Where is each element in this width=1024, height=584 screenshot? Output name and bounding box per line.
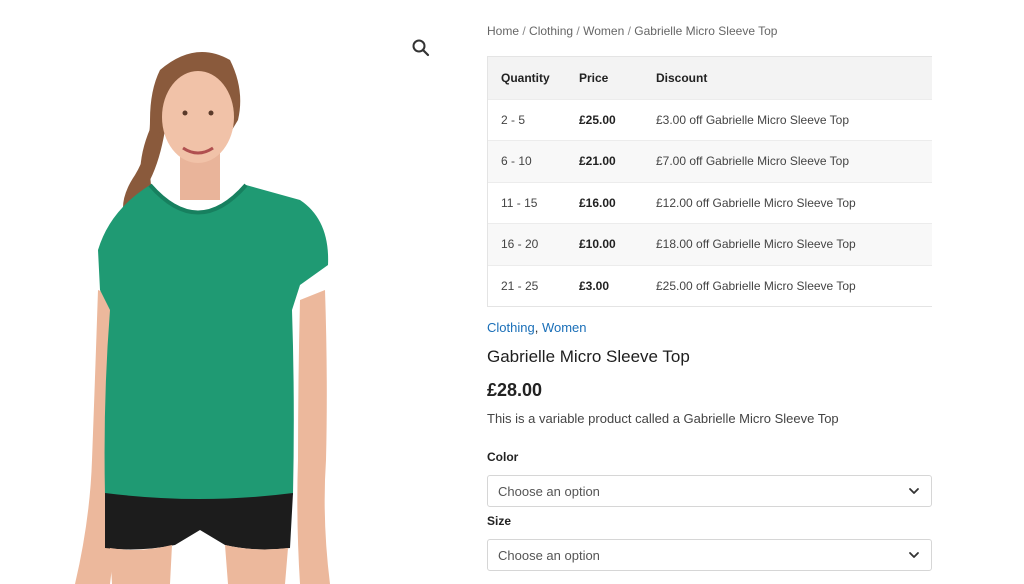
size-label: Size <box>487 514 512 528</box>
table-row: 16 - 20 £10.00 £18.00 off Gabrielle Micr… <box>488 223 932 265</box>
row-price: £25.00 <box>579 112 616 127</box>
category-link-clothing[interactable]: Clothing <box>487 320 535 335</box>
row-discount: £3.00 off Gabrielle Micro Sleeve Top <box>656 112 850 127</box>
size-select[interactable]: Choose an option <box>487 539 932 571</box>
table-row: 2 - 5 £25.00 £3.00 off Gabrielle Micro S… <box>488 98 932 141</box>
breadcrumb-women[interactable]: Women <box>583 24 624 38</box>
row-discount: £18.00 off Gabrielle Micro Sleeve Top <box>656 237 856 252</box>
breadcrumb-clothing[interactable]: Clothing <box>529 24 573 38</box>
product-image[interactable] <box>0 0 450 584</box>
category-link-women[interactable]: Women <box>542 320 587 335</box>
row-discount: £12.00 off Gabrielle Micro Sleeve Top <box>656 195 856 210</box>
row-price: £16.00 <box>579 195 616 210</box>
row-discount: £25.00 off Gabrielle Micro Sleeve Top <box>656 278 856 293</box>
size-select-value: Choose an option <box>498 547 600 563</box>
row-quantity: 11 - 15 <box>501 195 538 210</box>
row-quantity: 16 - 20 <box>501 237 539 252</box>
product-gallery <box>0 0 450 584</box>
breadcrumb: Home / Clothing / Women / Gabrielle Micr… <box>487 24 778 38</box>
header-quantity: Quantity <box>501 70 550 85</box>
color-label: Color <box>487 450 519 464</box>
discount-table: Quantity Price Discount 2 - 5 £25.00 £3.… <box>487 56 932 307</box>
product-title: Gabrielle Micro Sleeve Top <box>487 347 690 366</box>
product-price: £28.00 <box>487 380 543 400</box>
breadcrumb-home[interactable]: Home <box>487 24 519 38</box>
table-row: 11 - 15 £16.00 £12.00 off Gabrielle Micr… <box>488 181 932 224</box>
color-select[interactable]: Choose an option <box>487 475 932 507</box>
row-discount: £7.00 off Gabrielle Micro Sleeve Top <box>656 154 850 169</box>
row-price: £21.00 <box>579 154 616 169</box>
row-quantity: 21 - 25 <box>501 278 539 293</box>
product-description: This is a variable product called a Gabr… <box>487 411 839 426</box>
table-header-row: Quantity Price Discount <box>488 57 932 99</box>
color-select-value: Choose an option <box>498 483 600 499</box>
chevron-down-icon <box>909 552 919 558</box>
header-discount: Discount <box>656 70 708 85</box>
breadcrumb-current: Gabrielle Micro Sleeve Top <box>634 24 778 38</box>
search-icon[interactable] <box>410 37 432 59</box>
row-quantity: 6 - 10 <box>501 154 532 169</box>
product-categories: Clothing, Women <box>487 320 587 335</box>
table-row: 21 - 25 £3.00 £25.00 off Gabrielle Micro… <box>488 264 932 307</box>
row-price: £3.00 <box>579 278 610 293</box>
table-row: 6 - 10 £21.00 £7.00 off Gabrielle Micro … <box>488 140 932 182</box>
row-quantity: 2 - 5 <box>501 112 526 127</box>
chevron-down-icon <box>909 488 919 494</box>
row-price: £10.00 <box>579 237 616 252</box>
header-price: Price <box>579 70 609 85</box>
